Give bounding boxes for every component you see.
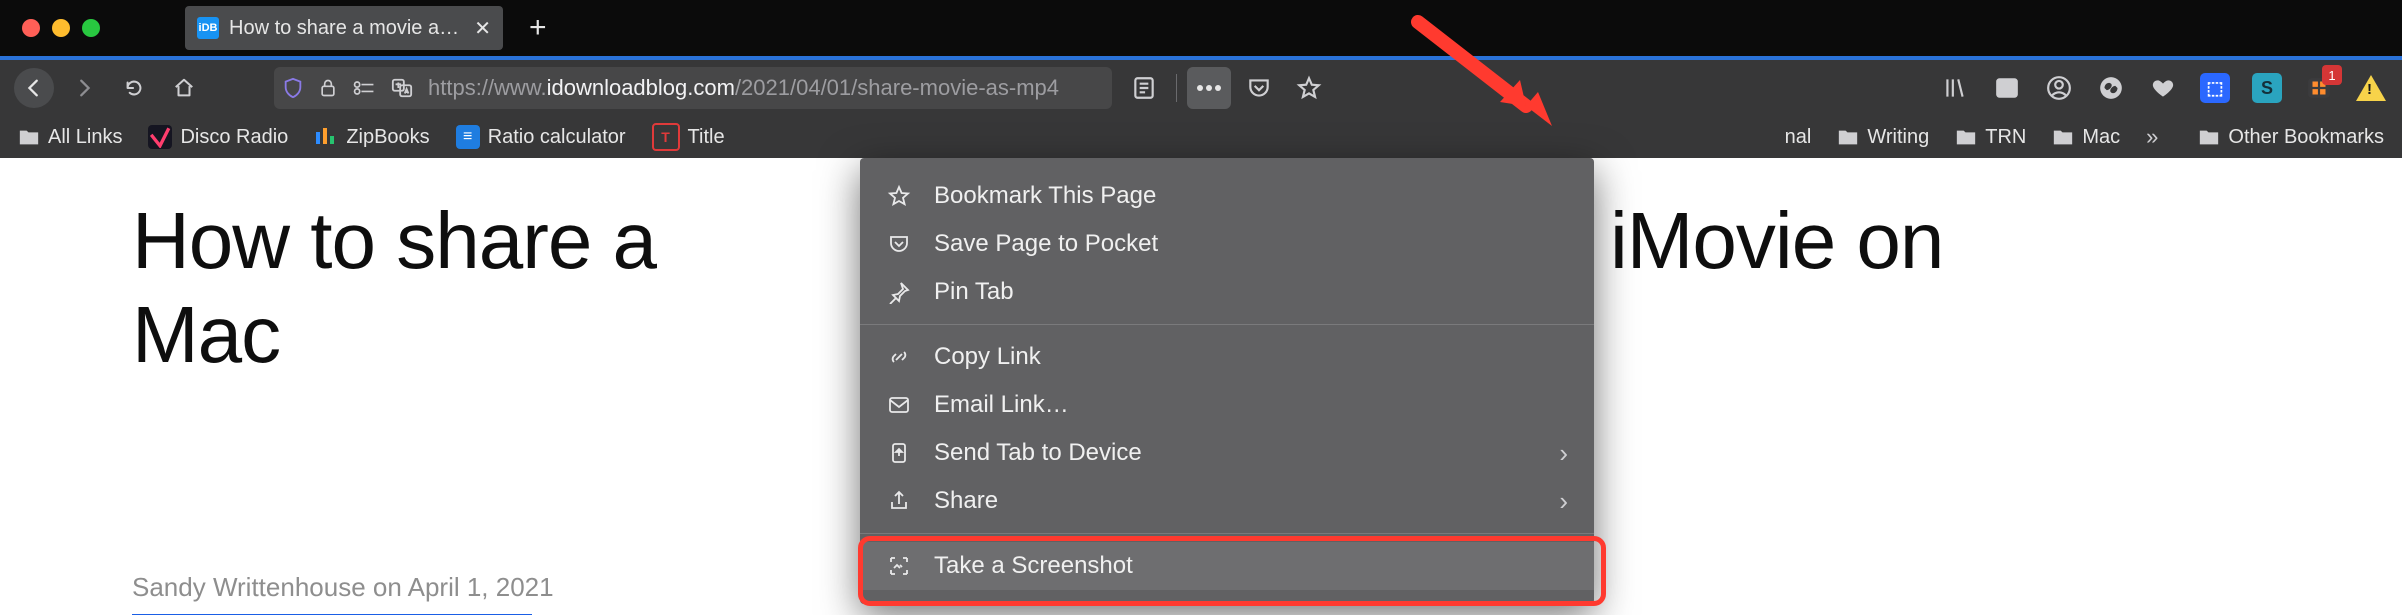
browser-toolbar: https://www.idownloadblog.com/2021/04/01… [0, 60, 2402, 116]
url-text: https://www.idownloadblog.com/2021/04/01… [428, 75, 1059, 101]
author-link[interactable]: Sandy Writtenhouse [132, 572, 366, 602]
lock-icon[interactable] [318, 78, 338, 98]
translate-icon[interactable] [390, 77, 414, 99]
extension-s-icon[interactable]: S [2250, 71, 2284, 105]
browser-tab[interactable]: iDB How to share a movie as an MP… ✕ [185, 6, 503, 50]
share-icon [886, 489, 912, 513]
extension-heart-icon[interactable] [2146, 71, 2180, 105]
traffic-lights [22, 19, 100, 37]
page-actions [1122, 67, 1331, 109]
menu-take-screenshot[interactable]: Take a Screenshot [860, 542, 1594, 590]
mail-icon [886, 393, 912, 417]
bookmark-folder-nal[interactable]: nal [1785, 126, 1812, 149]
chevron-right-icon: › [1559, 438, 1568, 469]
extension-swirl-icon[interactable] [2094, 71, 2128, 105]
account-icon[interactable] [2042, 71, 2076, 105]
permissions-icon[interactable] [352, 78, 376, 98]
menu-send-to-device[interactable]: Send Tab to Device › [860, 429, 1594, 477]
bookmarks-bar: All Links Disco Radio ZipBooks ≡ Ratio c… [0, 116, 2402, 158]
bookmark-star-button[interactable] [1287, 67, 1331, 109]
bookmark-folder-all-links[interactable]: All Links [18, 126, 122, 149]
forward-button[interactable] [64, 68, 104, 108]
url-bar[interactable]: https://www.idownloadblog.com/2021/04/01… [274, 67, 1112, 109]
menu-save-to-pocket[interactable]: Save Page to Pocket [860, 220, 1594, 268]
title-bar: iDB How to share a movie as an MP… ✕ + [0, 0, 2402, 60]
menu-separator [860, 533, 1594, 534]
pin-icon [886, 280, 912, 304]
chevron-right-icon: › [1559, 486, 1568, 517]
bookmark-disco-radio[interactable]: Disco Radio [148, 125, 288, 149]
pocket-icon [886, 232, 912, 256]
extension-blue-icon[interactable]: ⬚ [2198, 71, 2232, 105]
bookmark-zipbooks[interactable]: ZipBooks [314, 125, 429, 149]
bookmark-folder-writing[interactable]: Writing [1837, 126, 1929, 149]
bookmark-folder-mac[interactable]: Mac [2052, 126, 2120, 149]
back-button[interactable] [14, 68, 54, 108]
star-icon [886, 184, 912, 208]
favicon-icon: iDB [197, 17, 219, 39]
warning-icon[interactable] [2354, 71, 2388, 105]
new-tab-button[interactable]: + [529, 11, 547, 45]
bookmark-folder-trn[interactable]: TRN [1955, 126, 2026, 149]
menu-email-link[interactable]: Email Link… [860, 381, 1594, 429]
bookmark-title[interactable]: T Title [652, 123, 725, 151]
device-icon [886, 441, 912, 465]
article-meta: Sandy Writtenhouse on April 1, 2021 [132, 572, 554, 603]
page-actions-menu: Bookmark This Page Save Page to Pocket P… [860, 158, 1594, 604]
tab-title: How to share a movie as an MP… [229, 17, 464, 40]
library-icon[interactable] [1938, 71, 1972, 105]
menu-pin-tab[interactable]: Pin Tab [860, 268, 1594, 316]
other-bookmarks-folder[interactable]: Other Bookmarks [2198, 126, 2384, 149]
close-window-icon[interactable] [22, 19, 40, 37]
shield-icon[interactable] [282, 77, 304, 99]
menu-copy-link[interactable]: Copy Link [860, 333, 1594, 381]
menu-separator [860, 324, 1594, 325]
screenshot-icon [886, 554, 912, 578]
separator [1176, 74, 1177, 102]
bookmarks-overflow-icon[interactable]: » [2146, 124, 2152, 150]
bookmark-ratio-calc[interactable]: ≡ Ratio calculator [456, 125, 626, 149]
home-button[interactable] [164, 68, 204, 108]
pocket-button[interactable] [1237, 67, 1281, 109]
reload-button[interactable] [114, 68, 154, 108]
extension-flag-icon[interactable] [2302, 71, 2336, 105]
menu-share[interactable]: Share › [860, 477, 1594, 525]
page-actions-menu-button[interactable] [1187, 67, 1231, 109]
close-tab-icon[interactable]: ✕ [474, 16, 491, 41]
reader-mode-button[interactable] [1122, 67, 1166, 109]
sidebar-icon[interactable] [1990, 71, 2024, 105]
minimize-window-icon[interactable] [52, 19, 70, 37]
menu-bookmark-page[interactable]: Bookmark This Page [860, 172, 1594, 220]
maximize-window-icon[interactable] [82, 19, 100, 37]
link-icon [886, 345, 912, 369]
toolbar-right-icons: ⬚ S [1938, 71, 2388, 105]
